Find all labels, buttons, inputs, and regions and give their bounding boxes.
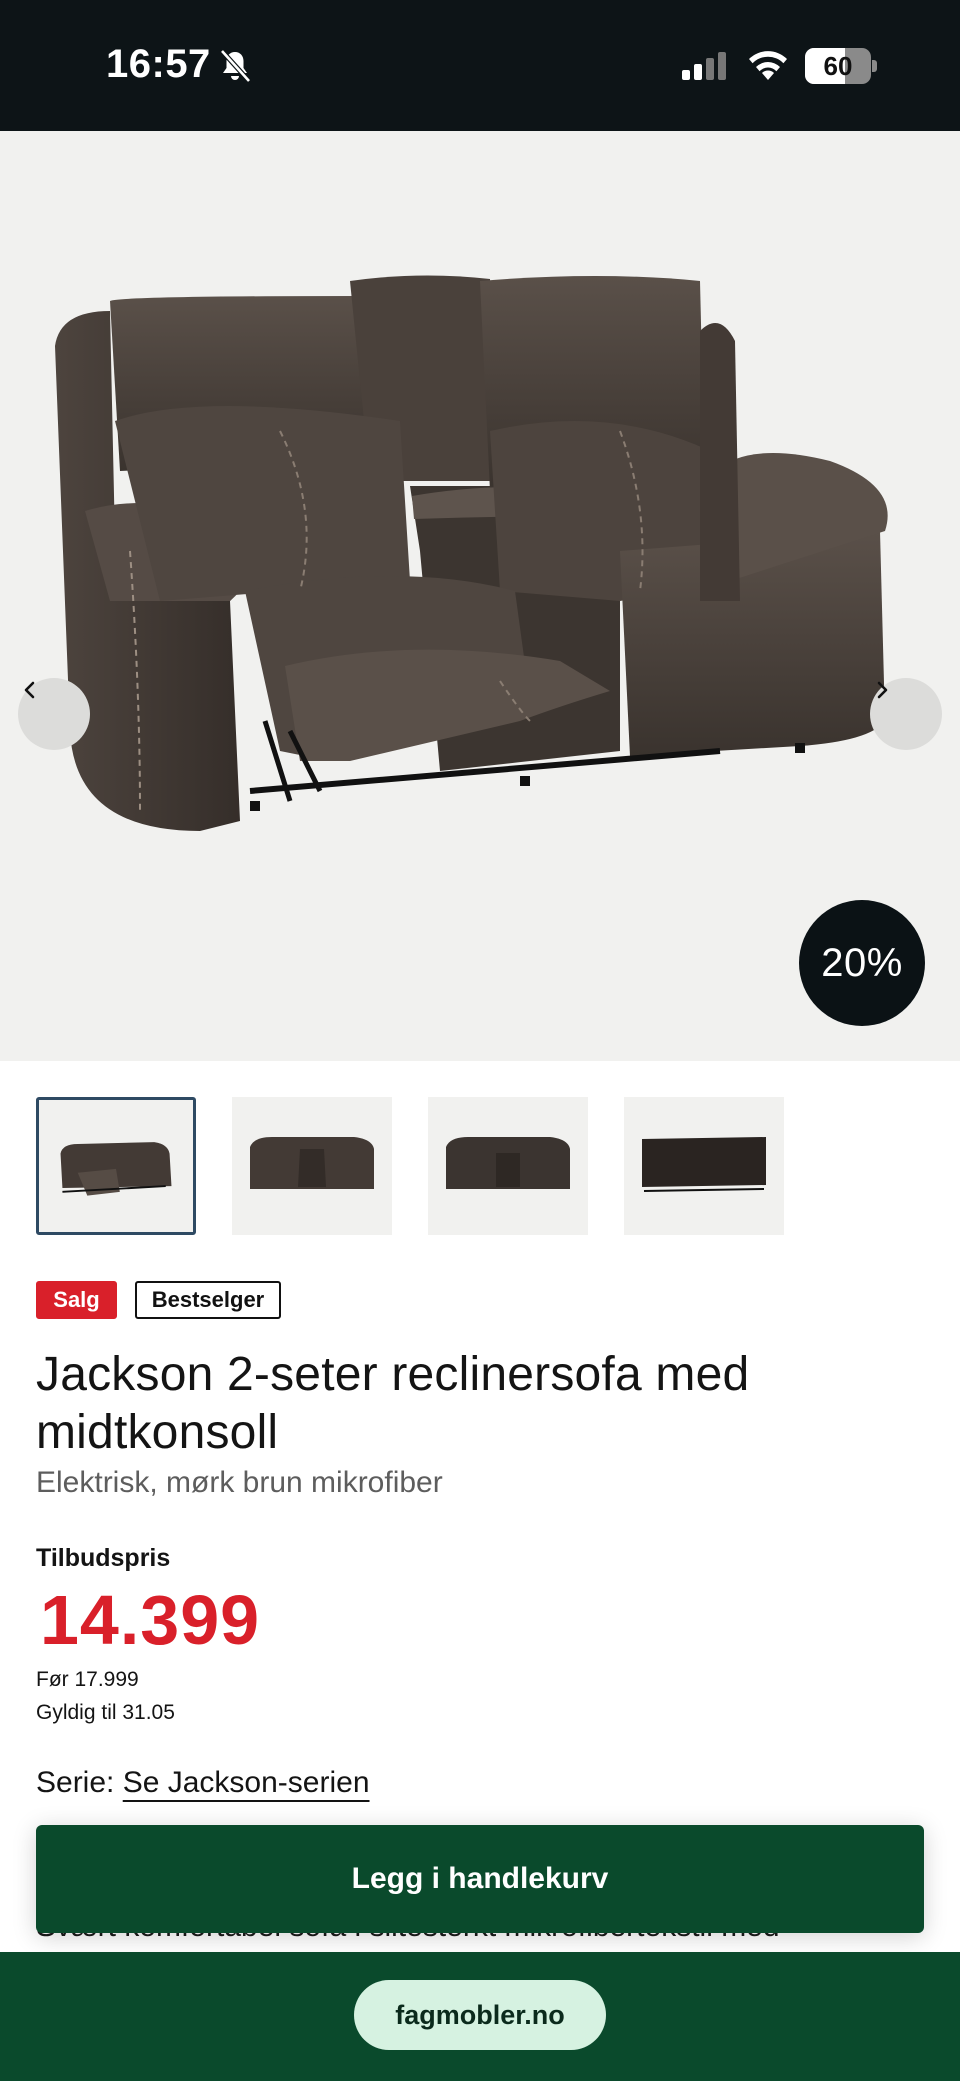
battery-indicator: 60: [805, 48, 877, 84]
product-subtitle: Elektrisk, mørk brun mikrofiber: [36, 1466, 443, 1499]
add-to-cart-button[interactable]: Legg i handlekurv: [36, 1825, 924, 1933]
carousel-prev-button[interactable]: [18, 678, 90, 750]
sofa-thumbnail-image: [60, 1142, 172, 1196]
series-row: Serie: Se Jackson-serien: [36, 1766, 370, 1800]
thumbnail-2[interactable]: [232, 1097, 392, 1235]
thumbnail-1[interactable]: [36, 1097, 196, 1235]
status-time: 16:57: [106, 42, 211, 86]
bestseller-badge: Bestselger: [135, 1281, 281, 1319]
valid-until: Gyldig til 31.05: [36, 1701, 175, 1724]
product-title-line-1: Jackson 2-seter reclinersofa med: [36, 1348, 750, 1401]
sale-badge: Salg: [36, 1281, 117, 1319]
product-title-line-2: midtkonsoll: [36, 1406, 279, 1459]
sofa-thumbnail-image: [446, 1137, 570, 1189]
chevron-left-icon: [24, 681, 35, 699]
offer-price-label: Tilbudspris: [36, 1544, 171, 1572]
battery-level: 60: [823, 51, 853, 81]
discount-badge: 20%: [799, 900, 925, 1026]
thumbnail-3[interactable]: [428, 1097, 588, 1235]
series-label: Serie:: [36, 1766, 115, 1799]
chevron-right-icon: [877, 681, 888, 699]
series-link[interactable]: Se Jackson-serien: [123, 1766, 370, 1799]
bell-slash-icon: [220, 49, 251, 83]
product-title: Jackson 2-seter reclinersofa med midtkon…: [36, 1346, 916, 1462]
carousel-next-button[interactable]: [870, 678, 942, 750]
status-bar: 16:57 60: [0, 0, 960, 131]
wifi-icon: [749, 51, 787, 80]
cellular-signal-icon: [682, 52, 726, 80]
address-bar[interactable]: fagmobler.no: [354, 1980, 606, 2050]
thumbnail-4[interactable]: [624, 1097, 784, 1235]
sofa-thumbnail-image: [642, 1137, 766, 1192]
before-price: Før 17.999: [36, 1668, 139, 1691]
sofa-thumbnail-image: [250, 1137, 374, 1189]
offer-price: 14.399: [40, 1581, 261, 1659]
